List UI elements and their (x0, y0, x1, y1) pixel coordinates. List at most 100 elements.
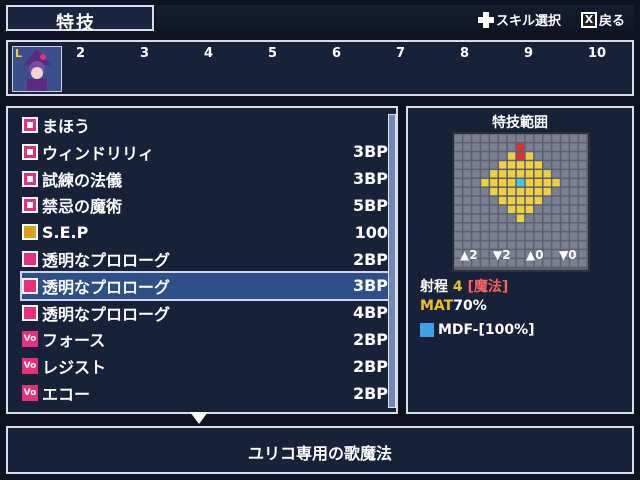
range-cell (499, 161, 507, 169)
range-cell (454, 170, 462, 178)
range-cell (525, 223, 534, 231)
range-cell (454, 152, 462, 160)
range-cell (490, 232, 498, 240)
skill-row[interactable]: 透明なプロローグ 3BP (20, 270, 390, 301)
range-cell (472, 232, 480, 240)
range-cell (561, 179, 569, 187)
range-cell (463, 187, 471, 196)
skill-row[interactable]: 試練の法儀 3BP (22, 166, 388, 192)
skill-row[interactable]: Vo レジスト 2BP (22, 353, 388, 379)
range-cell (516, 223, 525, 231)
skill-row[interactable]: 透明なプロローグ 4BP (22, 300, 388, 326)
range-cell (481, 179, 489, 187)
range-cell (472, 214, 480, 222)
range-cell (570, 196, 578, 205)
party-slot-1-portrait[interactable]: L (12, 46, 62, 92)
range-cell (507, 214, 516, 222)
range-cell (490, 205, 498, 214)
skill-row[interactable]: ウィンドリリィ 3BP (22, 139, 388, 165)
range-cell (579, 223, 587, 231)
range-cell (561, 205, 569, 214)
skill-name: 試練の法儀 (42, 170, 123, 190)
scroll-down-arrow-icon[interactable] (190, 412, 208, 424)
leader-badge: L (15, 47, 23, 60)
range-cell (463, 205, 471, 214)
skill-row[interactable]: まほう (22, 112, 388, 138)
party-slot-4[interactable]: 4 (204, 46, 213, 61)
mdf-stat: MDF-[100%] (420, 322, 535, 338)
scrollbar[interactable] (388, 114, 396, 408)
title-window: 特技 (6, 5, 154, 34)
range-cell (499, 214, 507, 222)
range-cell (561, 214, 569, 222)
music-note-plus2-icon (22, 304, 38, 321)
dpad-icon (478, 11, 494, 28)
party-slot-6[interactable]: 6 (332, 46, 341, 61)
range-cell (463, 161, 471, 169)
range-cell (543, 214, 551, 222)
range-cell (543, 143, 551, 151)
party-slot-8[interactable]: 8 (460, 46, 469, 61)
range-cell (525, 214, 534, 222)
range-cell (534, 152, 542, 160)
party-slot-7[interactable]: 7 (396, 46, 405, 61)
skill-row[interactable]: Vo エコー 2BP (22, 380, 388, 406)
range-cell (463, 170, 471, 178)
range-cell (481, 232, 489, 240)
party-slot-9[interactable]: 9 (524, 46, 533, 61)
range-cell (570, 143, 578, 151)
party-slot-10[interactable]: 10 (588, 46, 606, 61)
range-cell (561, 196, 569, 205)
range-cell (543, 232, 551, 240)
skill-row[interactable]: 透明なプロローグ 2BP (22, 246, 388, 272)
skill-row[interactable]: 禁忌の魔術 5BP (22, 192, 388, 218)
back-hint[interactable]: X 戻る (581, 10, 625, 29)
range-cell (490, 223, 498, 231)
skill-name: 禁忌の魔術 (42, 197, 123, 217)
skill-name: 透明なプロローグ (42, 304, 171, 324)
shield-down-icon (420, 323, 434, 337)
mat-stat: MAT70% (420, 298, 487, 314)
party-slot-5[interactable]: 5 (268, 46, 277, 61)
range-cell (490, 152, 498, 160)
range-cell (481, 205, 489, 214)
top-hint-bar (156, 5, 634, 31)
range-grid-title: 特技範囲 (492, 115, 548, 131)
range-stat: 射程 4 [魔法] (420, 279, 509, 295)
range-cell (507, 152, 516, 160)
range-cell (561, 152, 569, 160)
range-cell (472, 161, 480, 169)
skill-select-hint: スキル選択 (478, 10, 561, 29)
range-cell (516, 187, 525, 196)
range-cell (516, 196, 525, 205)
range-cell (507, 187, 516, 196)
range-cell (543, 205, 551, 214)
skill-row[interactable]: S.E.P 100 (22, 219, 388, 245)
vo-icon: Vo (22, 358, 38, 375)
range-cell (472, 152, 480, 160)
back-label: 戻る (599, 14, 626, 29)
skill-cost: 2BP (352, 249, 388, 269)
party-slot-3[interactable]: 3 (140, 46, 149, 61)
range-cell (463, 232, 471, 240)
range-cell (579, 134, 587, 142)
range-cell (481, 196, 489, 205)
range-cell (570, 170, 578, 178)
range-cell (534, 161, 542, 169)
range-cell (543, 134, 551, 142)
range-cell (561, 161, 569, 169)
range-cell (472, 187, 480, 196)
skill-name: エコー (42, 385, 91, 404)
range-cell (507, 134, 516, 142)
range-cell (472, 134, 480, 142)
range-cell (463, 214, 471, 222)
range-cell (561, 170, 569, 178)
range-cell (516, 143, 525, 151)
skill-description: ユリコ専用の歌魔法 (247, 444, 392, 463)
range-cell (507, 223, 516, 231)
skill-row[interactable]: Vo フォース 2BP (22, 326, 388, 352)
range-cell (490, 143, 498, 151)
party-slot-2[interactable]: 2 (76, 46, 85, 61)
range-cell (570, 161, 578, 169)
range-cell (516, 179, 525, 187)
